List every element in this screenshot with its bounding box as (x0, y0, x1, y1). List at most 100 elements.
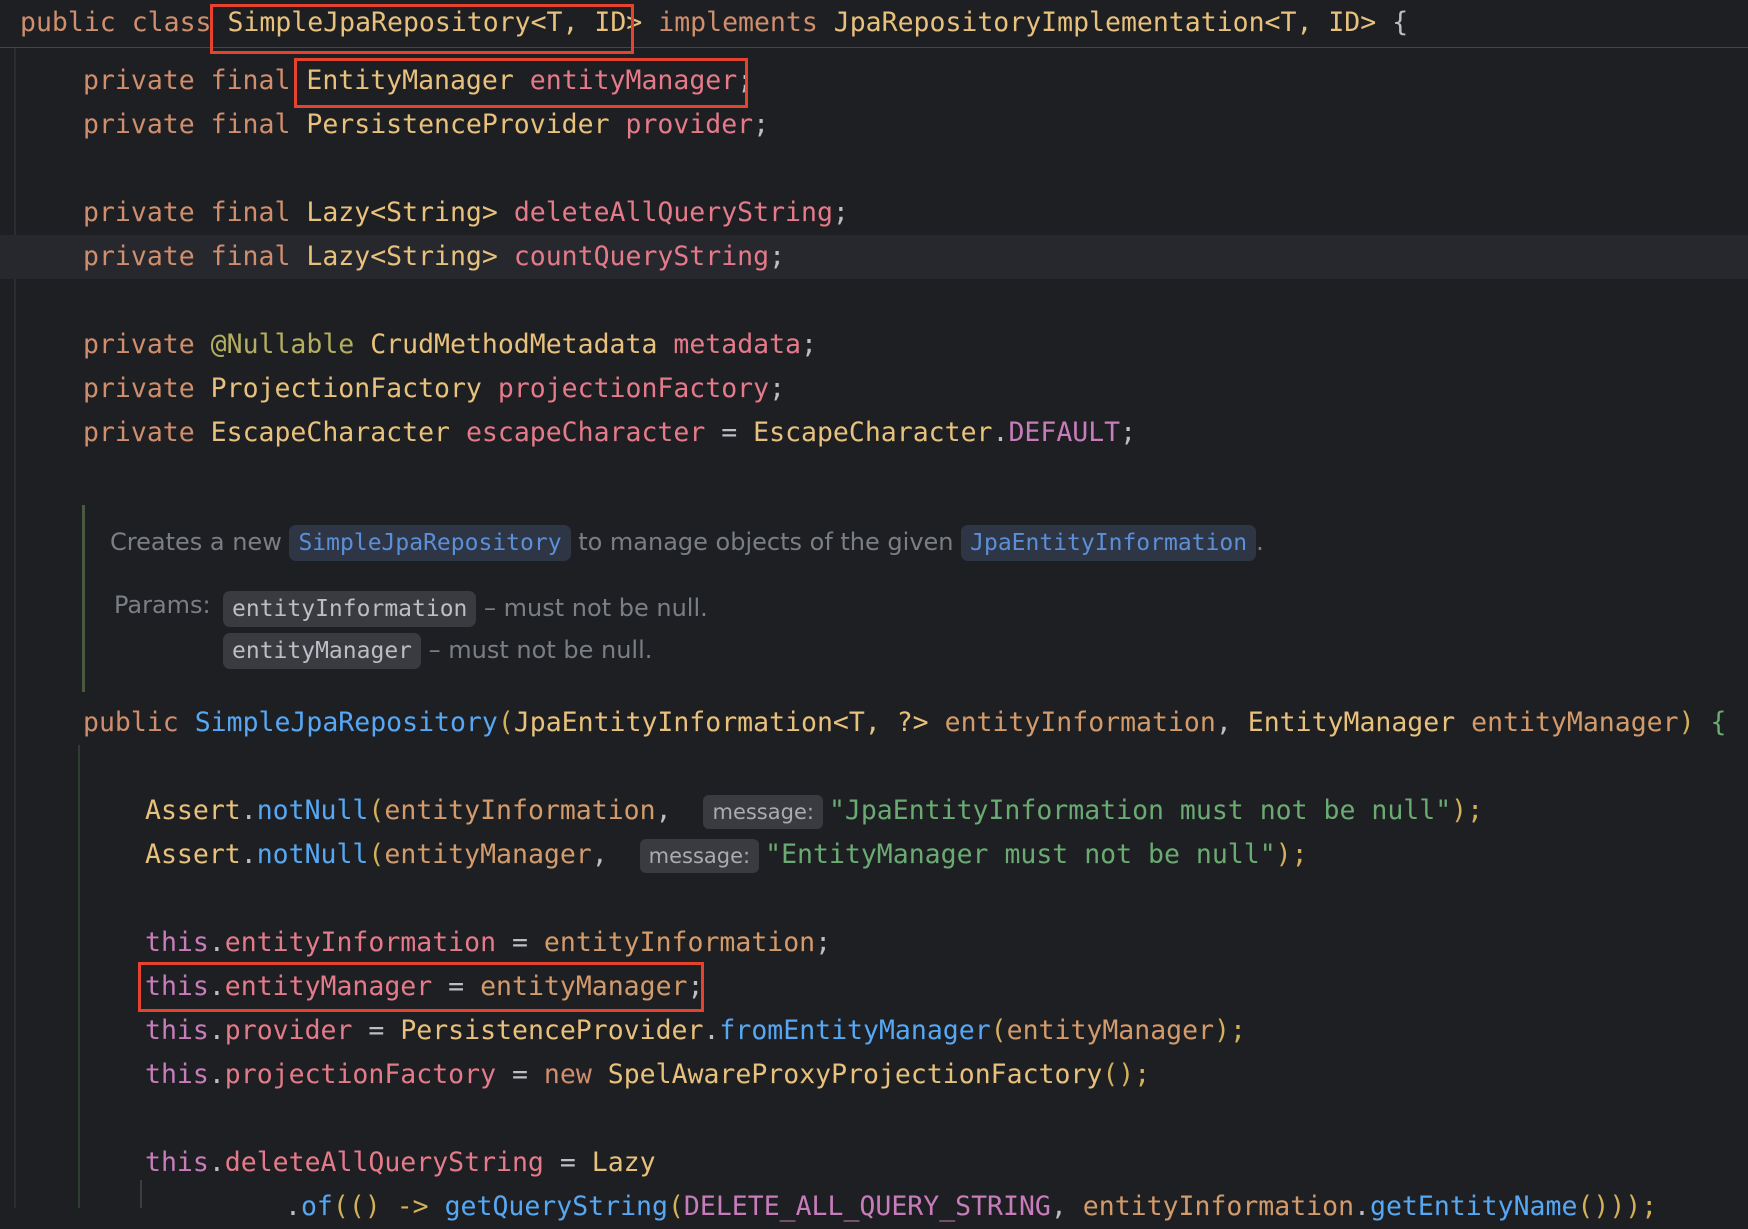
dot: . (992, 417, 1009, 448)
indent-guide-inner (140, 1180, 142, 1208)
param-type: JpaEntityInformation<T, ?> (513, 707, 929, 738)
param-name-chip: entityManager (223, 633, 422, 669)
class-ref: Lazy (591, 1147, 656, 1178)
dot: . (703, 1015, 720, 1046)
comma: , (655, 795, 672, 826)
param-description: – must not be null. (484, 594, 708, 622)
method-name: fromEntityManager (719, 1015, 991, 1046)
dot: . (240, 839, 257, 870)
close-parens-semicolon: ())); (1577, 1191, 1658, 1222)
leading-dot: . (285, 1191, 301, 1222)
lambda-start: (() -> (332, 1191, 445, 1222)
param-name-hint: message: (639, 838, 760, 873)
field-name: countQueryString (513, 241, 770, 272)
dot: . (240, 795, 257, 826)
assign-operator: = (352, 1015, 401, 1046)
modifiers: private (83, 373, 195, 404)
class-ref: PersistenceProvider (400, 1015, 704, 1046)
dot: . (1354, 1191, 1370, 1222)
field-type: EscapeCharacter (210, 417, 450, 448)
class-ref: SpelAwareProxyProjectionFactory (607, 1059, 1103, 1090)
semicolon: ; (832, 197, 849, 228)
modifiers: private (83, 417, 195, 448)
kw-this: this (145, 1059, 209, 1090)
highlight-box-class-name (210, 4, 634, 54)
highlight-box-entity-manager-assign (138, 962, 704, 1012)
rendered-javadoc[interactable]: Creates a new SimpleJpaRepository to man… (82, 505, 1685, 692)
modifiers: private final (83, 197, 291, 228)
interface-name[interactable]: JpaRepositoryImplementation<T, ID> (834, 7, 1376, 38)
assert-class: Assert (145, 795, 241, 826)
field-projection-factory[interactable]: private ProjectionFactory projectionFact… (83, 367, 785, 411)
field-name: entityInformation (224, 927, 497, 958)
assign-delete-all-query-string[interactable]: this.deleteAllQueryString = Lazy (145, 1141, 656, 1185)
doc-link-simple-jpa-repository[interactable]: SimpleJpaRepository (289, 525, 571, 561)
assert-class: Assert (145, 839, 241, 870)
javadoc-param-entity-information: entityInformation – must not be null. (223, 591, 708, 627)
comma: , (591, 839, 608, 870)
kw-new: new (543, 1059, 592, 1090)
param-name: entityInformation (944, 707, 1216, 738)
open-paren: ( (990, 1015, 1007, 1046)
assign-projection-factory[interactable]: this.projectionFactory = new SpelAwarePr… (145, 1053, 1150, 1097)
field-name: projectionFactory (497, 373, 770, 404)
assert-entity-information[interactable]: Assert.notNull(entityInformation, messag… (145, 789, 1483, 833)
argument: entityInformation (1082, 1191, 1355, 1222)
semicolon: ; (769, 373, 786, 404)
assign-entity-information[interactable]: this.entityInformation = entityInformati… (145, 921, 831, 965)
semicolon: ; (769, 241, 786, 272)
close-paren-semicolon: ); (1275, 839, 1308, 870)
constructor-signature[interactable]: public SimpleJpaRepository(JpaEntityInfo… (83, 701, 1726, 745)
rhs-constant: DEFAULT (1008, 417, 1121, 448)
field-count-query-string[interactable]: private final Lazy<String> countQueryStr… (83, 235, 785, 279)
field-type: Lazy<String> (306, 241, 498, 272)
string-literal: "JpaEntityInformation must not be null" (828, 795, 1452, 826)
gutter-guide (14, 47, 16, 1208)
summary-middle: to manage objects of the given (570, 528, 962, 556)
param-description: – must not be null. (428, 636, 653, 664)
open-paren: ( (667, 1191, 684, 1222)
field-type: PersistenceProvider (306, 109, 610, 140)
kw-this: this (145, 1015, 209, 1046)
assign-provider[interactable]: this.provider = PersistenceProvider.from… (145, 1009, 1246, 1053)
summary-tail: . (1256, 528, 1264, 556)
field-type: Lazy<String> (306, 197, 498, 228)
javadoc-summary: Creates a new SimpleJpaRepository to man… (110, 525, 1264, 561)
open-paren: ( (497, 707, 514, 738)
modifiers: private final (83, 241, 291, 272)
summary-lead: Creates a new (110, 528, 290, 556)
field-name: escapeCharacter (465, 417, 706, 448)
field-type: ProjectionFactory (210, 373, 482, 404)
modifiers: private (83, 329, 195, 360)
param-name-hint: message: (703, 794, 823, 829)
method-name: notNull (256, 795, 369, 826)
argument: entityManager (384, 839, 592, 870)
argument: entityManager (1006, 1015, 1215, 1046)
close-paren-semicolon: ); (1214, 1015, 1246, 1046)
javadoc-param-entity-manager: entityManager – must not be null. (223, 633, 652, 669)
code-editor[interactable]: public class SimpleJpaRepository<T, ID> … (0, 0, 1748, 1222)
field-provider[interactable]: private final PersistenceProvider provid… (83, 103, 769, 147)
kw-this: this (145, 1147, 209, 1178)
indent-guide (78, 745, 80, 1208)
lazy-of-continuation[interactable]: .of(() -> getQueryString(DELETE_ALL_QUER… (285, 1185, 1657, 1229)
assert-entity-manager[interactable]: Assert.notNull(entityManager, message: "E… (145, 833, 1308, 877)
dot: . (208, 927, 225, 958)
open-paren: ( (368, 839, 385, 870)
assign-operator: = (705, 417, 754, 448)
field-delete-all-query-string[interactable]: private final Lazy<String> deleteAllQuer… (83, 191, 849, 235)
dot: . (208, 1059, 225, 1090)
rhs-type: EscapeCharacter (753, 417, 993, 448)
field-metadata[interactable]: private @Nullable CrudMethodMetadata met… (83, 323, 817, 367)
close-paren-semicolon: ); (1451, 795, 1484, 826)
rhs-value: entityInformation (543, 927, 816, 958)
doc-link-jpa-entity-information[interactable]: JpaEntityInformation (961, 525, 1257, 561)
kw-public: public (20, 7, 116, 38)
field-escape-character[interactable]: private EscapeCharacter escapeCharacter … (83, 411, 1136, 455)
constant: DELETE_ALL_QUERY_STRING (683, 1191, 1051, 1222)
javadoc-params-label: Params: (114, 591, 211, 619)
field-name: provider (224, 1015, 353, 1046)
open-paren: ( (368, 795, 385, 826)
assign-operator: = (496, 1059, 544, 1090)
comma: , (1215, 707, 1248, 738)
